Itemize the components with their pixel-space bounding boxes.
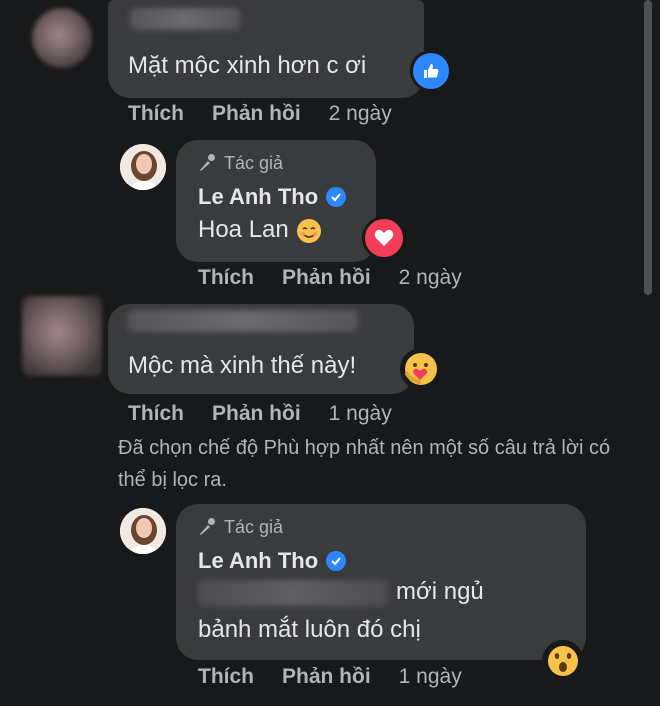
like-link[interactable]: Thích <box>128 102 184 126</box>
reply-text: Hoa Lan <box>198 216 289 243</box>
comment-text: Mộc mà xinh thế này! <box>128 352 357 379</box>
verified-badge-icon <box>326 551 347 571</box>
comment-bubble: Mộc mà xinh thế này! <box>108 304 414 394</box>
commenter-name[interactable]: Le Anh Tho <box>198 548 347 574</box>
like-link[interactable]: Thích <box>128 402 184 426</box>
reply-link[interactable]: Phản hồi <box>212 102 301 126</box>
timestamp[interactable]: 2 ngày <box>399 266 462 290</box>
avatar[interactable] <box>120 144 166 190</box>
blurred-commenter-name <box>128 310 358 332</box>
avatar[interactable] <box>32 8 92 68</box>
smiling-emoji-icon <box>297 218 322 243</box>
timestamp[interactable]: 1 ngày <box>329 402 392 426</box>
reply-link[interactable]: Phản hồi <box>282 665 371 689</box>
reply-link[interactable]: Phản hồi <box>282 266 371 290</box>
wow-reaction-icon[interactable] <box>542 640 584 682</box>
reply-link[interactable]: Phản hồi <box>212 402 301 426</box>
reply-bubble: Tác giả Le Anh Tho Hoa Lan <box>176 140 376 262</box>
microphone-icon <box>200 518 215 535</box>
comment-actions: Thích Phản hồi 1 ngày <box>128 402 392 426</box>
blurred-commenter-name <box>130 8 240 30</box>
like-link[interactable]: Thích <box>198 665 254 689</box>
author-tag-label: Tác giả <box>224 516 284 537</box>
love-reaction-icon[interactable] <box>362 216 406 260</box>
reply-actions: Thích Phản hồi 2 ngày <box>198 266 462 290</box>
commenter-name-text: Le Anh Tho <box>198 184 319 209</box>
author-tag-label: Tác giả <box>224 152 284 173</box>
comment-text: Mặt mộc xinh hơn c ơi <box>128 52 367 79</box>
timestamp[interactable]: 1 ngày <box>399 665 462 689</box>
scrollbar[interactable] <box>644 0 652 295</box>
comment-text-line: mới ngủ <box>396 578 484 605</box>
microphone-icon <box>200 154 215 171</box>
commenter-name-text: Le Anh Tho <box>198 548 319 573</box>
avatar[interactable] <box>120 508 166 554</box>
comment-actions: Thích Phản hồi 2 ngày <box>128 102 392 126</box>
reply-actions: Thích Phản hồi 1 ngày <box>198 665 462 689</box>
comment-bubble: Mặt mộc xinh hơn c ơi <box>108 0 424 98</box>
avatar[interactable] <box>22 296 102 376</box>
like-link[interactable]: Thích <box>198 266 254 290</box>
blurred-text <box>198 580 388 606</box>
commenter-name[interactable]: Le Anh Tho <box>198 184 347 210</box>
author-tag: Tác giả <box>196 516 283 538</box>
timestamp[interactable]: 2 ngày <box>329 102 392 126</box>
reply-bubble: Tác giả Le Anh Tho mới ngủ bảnh mắt luôn… <box>176 504 586 660</box>
author-tag: Tác giả <box>196 152 283 174</box>
like-reaction-icon[interactable] <box>410 50 452 92</box>
comment-text-line: bảnh mắt luôn đó chị <box>198 616 421 643</box>
comment-text: Hoa Lan <box>198 216 323 245</box>
care-reaction-icon[interactable] <box>400 348 442 390</box>
filter-notice: Đã chọn chế độ Phù hợp nhất nên một số c… <box>118 437 611 491</box>
verified-badge-icon <box>326 187 347 207</box>
